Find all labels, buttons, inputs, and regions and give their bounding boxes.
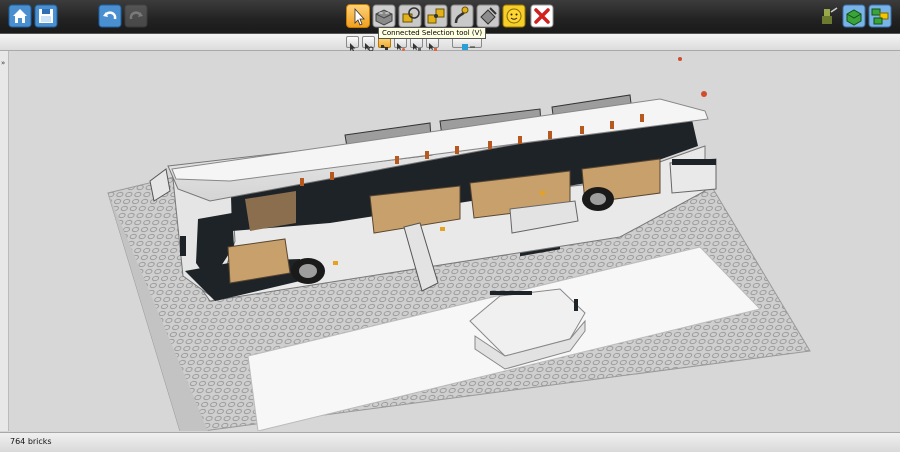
minifig-head-icon bbox=[502, 4, 526, 28]
multi-select-button[interactable] bbox=[362, 36, 375, 52]
paint-bucket-icon bbox=[476, 4, 500, 28]
hinge-tool-button[interactable] bbox=[398, 4, 422, 28]
undo-button[interactable] bbox=[98, 4, 122, 28]
paint-tool-button[interactable] bbox=[476, 4, 500, 28]
home-button[interactable] bbox=[8, 4, 32, 28]
brick-palette-button[interactable] bbox=[868, 4, 892, 28]
view-mode-button[interactable] bbox=[816, 4, 840, 28]
brick-count: 764 bricks bbox=[10, 437, 52, 446]
home-icon bbox=[8, 4, 32, 28]
tool-tooltip: Connected Selection tool (V) bbox=[378, 27, 487, 39]
delete-tool-button[interactable] bbox=[530, 4, 554, 28]
select-tool-button[interactable] bbox=[346, 4, 370, 28]
hinge-icon bbox=[398, 4, 422, 28]
minifig-tools-icon bbox=[822, 7, 838, 24]
3d-viewport[interactable]: » bbox=[0, 51, 900, 432]
scene-render bbox=[107, 57, 811, 432]
multi-brick-icon bbox=[868, 4, 892, 28]
redo-icon bbox=[124, 4, 148, 28]
save-button[interactable] bbox=[34, 4, 58, 28]
save-icon bbox=[34, 4, 58, 28]
redo-button[interactable] bbox=[124, 4, 148, 28]
sidebar-expand-handle[interactable]: » bbox=[0, 51, 9, 431]
flex-tool-button[interactable] bbox=[450, 4, 474, 28]
expand-chevron-icon: » bbox=[1, 59, 6, 67]
delete-x-icon bbox=[530, 4, 554, 28]
hinge-align-tool-button[interactable] bbox=[424, 4, 448, 28]
cursor-icon bbox=[354, 7, 365, 26]
undo-icon bbox=[98, 4, 122, 28]
single-select-button[interactable] bbox=[346, 36, 359, 52]
hinge-align-icon bbox=[424, 4, 448, 28]
build-mode-button[interactable] bbox=[842, 4, 866, 28]
flex-icon bbox=[450, 4, 474, 28]
hide-tool-button[interactable] bbox=[502, 4, 526, 28]
clone-tool-button[interactable] bbox=[372, 4, 396, 28]
clone-brick-icon bbox=[372, 4, 396, 28]
green-brick-icon bbox=[842, 4, 866, 28]
status-bar: 764 bricks bbox=[0, 432, 900, 452]
